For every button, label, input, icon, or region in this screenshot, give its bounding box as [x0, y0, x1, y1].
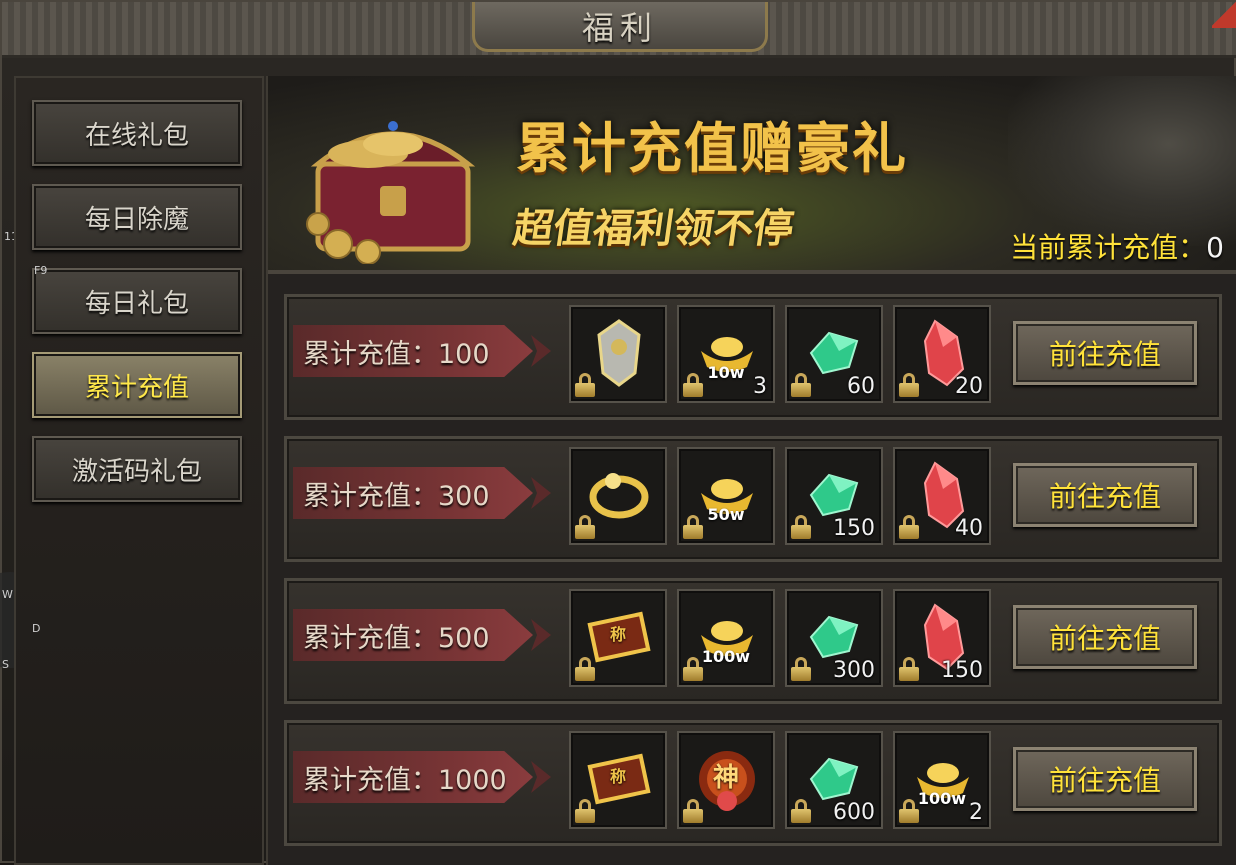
window-title: 福利: [581, 8, 658, 47]
arrow-icon: [531, 477, 551, 509]
tier-label: 累计充值：300: [293, 467, 533, 519]
reward-tag: 称: [609, 625, 626, 644]
reward-slot[interactable]: 称: [569, 589, 667, 687]
reward-slot[interactable]: 100w: [677, 589, 775, 687]
lock-icon: [899, 799, 919, 823]
reward-count: 600: [833, 800, 875, 825]
lock-icon: [575, 515, 595, 539]
title-bar: 福利: [2, 2, 1236, 58]
reward-tag: 称: [609, 767, 626, 786]
reward-count: 3: [753, 374, 767, 399]
edge-hotkey-label: D: [32, 622, 41, 635]
arrow-icon: [531, 619, 551, 651]
tier-row: 累计充值：300 50w 150 40 前往充值: [284, 436, 1222, 562]
banner-subtitle: 超值福利领不停: [510, 205, 797, 252]
reward-slot[interactable]: 300: [785, 589, 883, 687]
reward-slot[interactable]: 10w 3: [677, 305, 775, 403]
lock-icon: [683, 657, 703, 681]
reward-slot[interactable]: 600: [785, 731, 883, 829]
reward-count: 2: [969, 800, 983, 825]
reward-slot[interactable]: 20: [893, 305, 991, 403]
arrow-icon: [531, 335, 551, 367]
main-panel: 累计充值赠豪礼 超值福利领不停 当前累计充值：0 累计充值：100 10w 3: [266, 76, 1236, 865]
welfare-window: 福利 11 F9 W D S 在线礼包 每日除魔 每日礼包 累计充值 激活码礼包: [0, 0, 1236, 865]
promo-banner: 累计充值赠豪礼 超值福利领不停 当前累计充值：0: [268, 76, 1236, 274]
lock-icon: [791, 373, 811, 397]
arrow-icon: [531, 761, 551, 793]
current-total-label: 当前累计充值：: [1010, 231, 1207, 264]
lock-icon: [683, 373, 703, 397]
treasure-chest-icon: [306, 121, 476, 264]
tier-row: 累计充值：100 10w 3 60 20 前往充值: [284, 294, 1222, 420]
tier-label: 累计充值：100: [293, 325, 533, 377]
reward-slot[interactable]: 150: [785, 447, 883, 545]
tier-label: 累计充值：1000: [293, 751, 533, 803]
lock-icon: [899, 657, 919, 681]
reward-slot[interactable]: 100w 2: [893, 731, 991, 829]
reward-slot[interactable]: 50w: [677, 447, 775, 545]
reward-slot[interactable]: 神: [677, 731, 775, 829]
lock-icon: [791, 657, 811, 681]
reward-count: 40: [955, 516, 983, 541]
go-recharge-button[interactable]: 前往充值: [1013, 605, 1197, 669]
dragon-decoration: [1008, 76, 1236, 246]
reward-slot[interactable]: [569, 305, 667, 403]
reward-count: 60: [847, 374, 875, 399]
current-total-value: 0: [1206, 231, 1224, 264]
reward-count: 20: [955, 374, 983, 399]
reward-slot[interactable]: 40: [893, 447, 991, 545]
lock-icon: [899, 515, 919, 539]
sidebar-item-activation-code[interactable]: 激活码礼包: [32, 436, 242, 502]
tier-row: 累计充值：500 称 100w 300 150 前往充值: [284, 578, 1222, 704]
sidebar-item-daily-gift[interactable]: 每日礼包: [32, 268, 242, 334]
reward-slot[interactable]: [569, 447, 667, 545]
go-recharge-button[interactable]: 前往充值: [1013, 321, 1197, 385]
lock-icon: [575, 799, 595, 823]
go-recharge-button[interactable]: 前往充值: [1013, 747, 1197, 811]
lock-icon: [791, 799, 811, 823]
reward-count: 150: [941, 658, 983, 683]
banner-title: 累计充值赠豪礼: [516, 116, 908, 180]
edge-hotkey-label: S: [2, 658, 9, 671]
lock-icon: [899, 373, 919, 397]
title-plate: 福利: [472, 2, 768, 52]
tier-row: 累计充值：1000 称 神 600 100w 2 前往充值: [284, 720, 1222, 846]
lock-icon: [575, 373, 595, 397]
lock-icon: [683, 515, 703, 539]
edge-hotkey-label: F9: [34, 264, 48, 277]
reward-count: 300: [833, 658, 875, 683]
lock-icon: [575, 657, 595, 681]
sidebar-item-cumulative-recharge[interactable]: 累计充值: [32, 352, 242, 418]
lock-icon: [683, 799, 703, 823]
reward-count: 150: [833, 516, 875, 541]
reward-slot[interactable]: 称: [569, 731, 667, 829]
edge-hotkey-label: W: [2, 588, 13, 601]
sidebar: 在线礼包 每日除魔 每日礼包 累计充值 激活码礼包: [14, 76, 264, 865]
reward-tag: 神: [712, 763, 739, 793]
sidebar-item-daily-demon[interactable]: 每日除魔: [32, 184, 242, 250]
current-total: 当前累计充值：0: [1010, 226, 1224, 266]
tier-label: 累计充值：500: [293, 609, 533, 661]
close-icon[interactable]: [1212, 2, 1236, 28]
go-recharge-button[interactable]: 前往充值: [1013, 463, 1197, 527]
reward-slot[interactable]: 150: [893, 589, 991, 687]
sidebar-item-online-gift[interactable]: 在线礼包: [32, 100, 242, 166]
reward-slot[interactable]: 60: [785, 305, 883, 403]
lock-icon: [791, 515, 811, 539]
